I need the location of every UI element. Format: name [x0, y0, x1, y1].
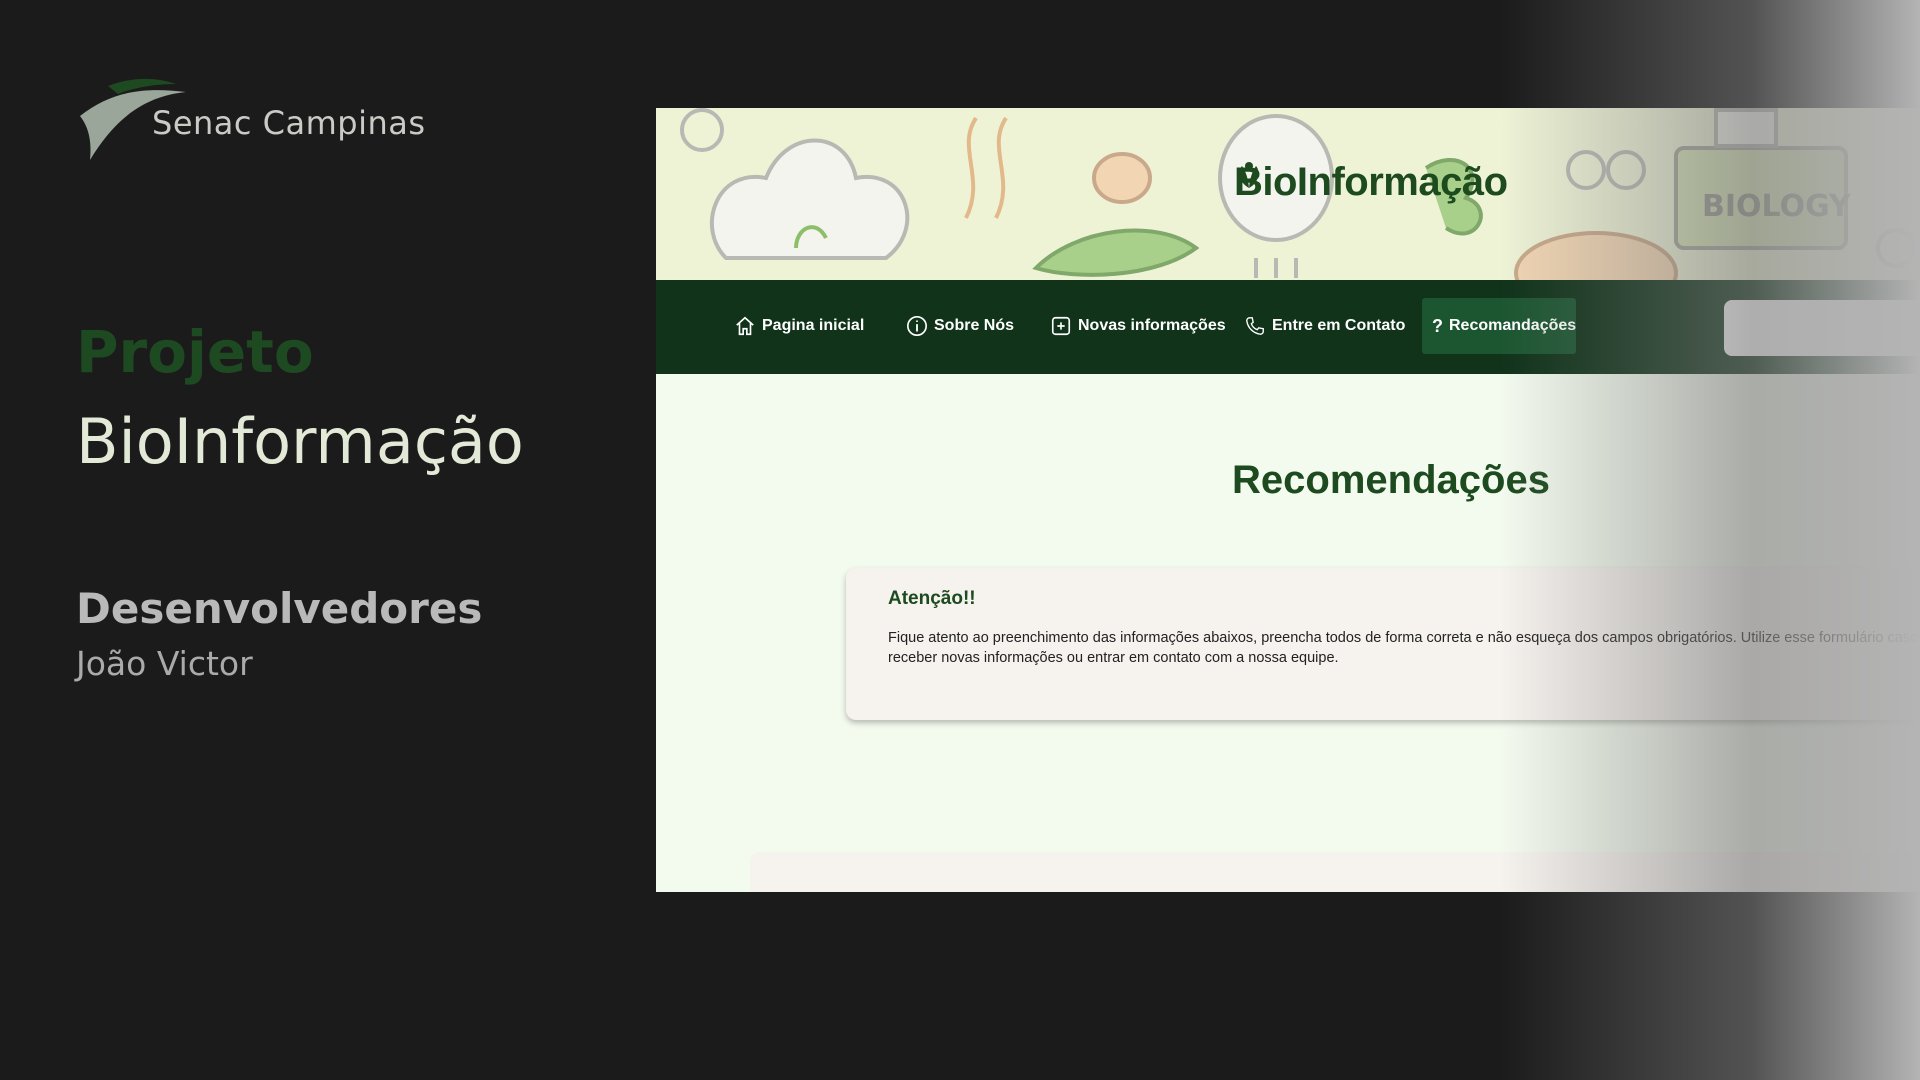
biology-doodle-text: BIOLOGY: [1702, 189, 1852, 224]
leaf-logo-icon: [1239, 162, 1259, 188]
nav-sobre-nos[interactable]: Sobre Nós: [896, 298, 1024, 354]
nav-entre-em-contato[interactable]: Entre em Contato: [1234, 298, 1415, 354]
plus-square-icon: [1051, 316, 1071, 336]
project-title: BioInformação: [76, 405, 524, 478]
question-icon: ?: [1432, 316, 1443, 336]
site-banner: BIOLOGY BioInformação: [656, 108, 1920, 282]
nav-label: Pagina inicial: [762, 317, 865, 334]
page-heading: Recomendações: [1232, 458, 1550, 502]
website-screenshot: BIOLOGY BioInformação Pagina inicial Sob…: [656, 108, 1920, 892]
brand: Senac Campinas: [78, 74, 478, 164]
nav-label: Novas informações: [1078, 317, 1226, 334]
alert-title: Atenção!!: [888, 588, 976, 609]
search-input[interactable]: [1724, 300, 1920, 356]
alert-card: Atenção!! Fique atento ao preenchimento …: [846, 568, 1920, 720]
developer-name: João Victor: [76, 644, 253, 683]
alert-text: Fique atento ao preenchimento das inform…: [888, 630, 1920, 666]
nav-label: Recomandações: [1449, 317, 1577, 334]
project-label: Projeto: [76, 318, 314, 386]
nav-recomendacoes[interactable]: ? Recomandações: [1422, 298, 1576, 354]
developers-label: Desenvolvedores: [76, 584, 483, 633]
phone-icon: [1246, 317, 1264, 335]
banner-title-text: BioInformação: [1234, 160, 1508, 204]
nav-label: Sobre Nós: [934, 317, 1015, 334]
nav-label: Entre em Contato: [1272, 317, 1406, 334]
info-icon: [907, 316, 927, 336]
nav-novas-informacoes[interactable]: Novas informações: [1040, 298, 1236, 354]
brand-name: Senac Campinas: [152, 104, 426, 142]
nav-pagina-inicial[interactable]: Pagina inicial: [724, 298, 874, 354]
banner-title: BioInformação: [1234, 160, 1508, 205]
home-icon: [736, 316, 754, 336]
form-card: [750, 852, 1920, 892]
